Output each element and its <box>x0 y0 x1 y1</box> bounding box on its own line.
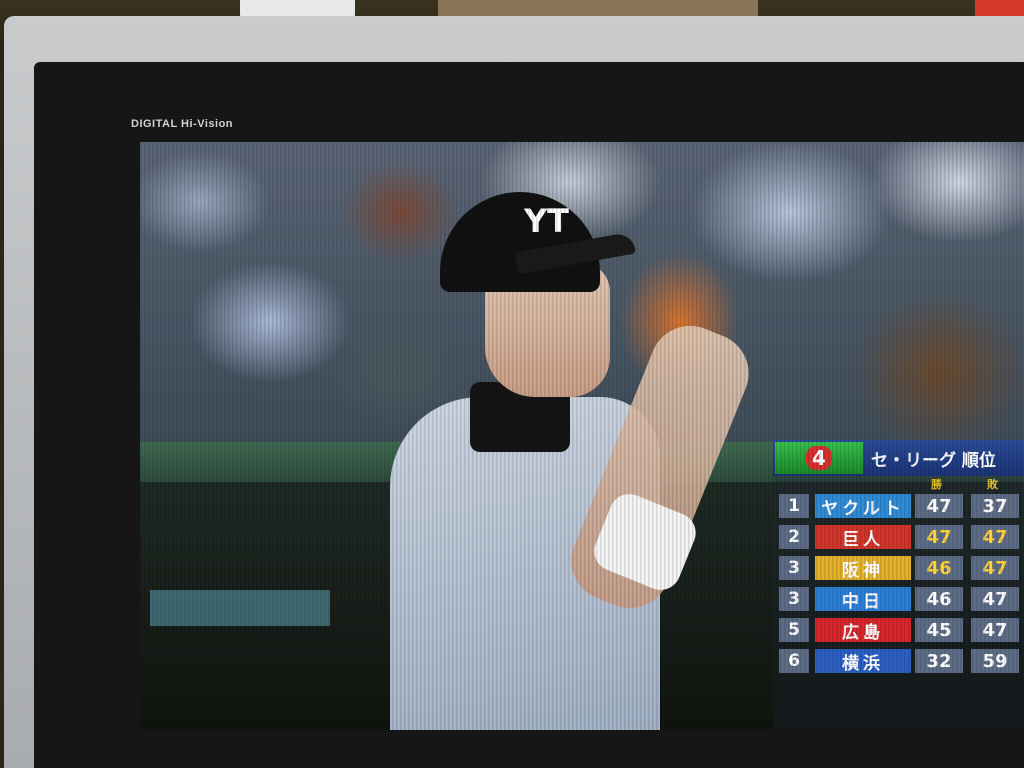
team-losses: 59 <box>971 649 1019 673</box>
team-wins: 47 <box>915 525 963 549</box>
team-wins: 46 <box>915 587 963 611</box>
tv-brand-label: DIGITAL Hi-Vision <box>131 118 234 130</box>
standings-title: セ・リーグ 順位 <box>871 450 996 471</box>
blue-sign <box>150 590 330 626</box>
table-row: 3 中日 46 47 <box>775 585 1024 613</box>
standings-overlay: 4 セ・リーグ 順位 勝 敗 1 ヤクルト 47 37 2 巨人 47 47 3 阪神 46 47 3 中… <box>773 440 1024 730</box>
team-rank: 5 <box>779 618 809 642</box>
standings-header: 4 セ・リーグ 順位 <box>773 440 1024 476</box>
team-losses: 47 <box>971 587 1019 611</box>
team-rank: 3 <box>779 556 809 580</box>
cap-logo: YT <box>524 202 569 240</box>
team-losses: 47 <box>971 525 1019 549</box>
team-wins: 47 <box>915 494 963 518</box>
team-wins: 32 <box>915 649 963 673</box>
wins-column-header: 勝 <box>931 478 942 491</box>
team-name: 広島 <box>815 618 911 643</box>
team-name: 横浜 <box>815 649 911 674</box>
table-row: 3 阪神 46 47 <box>775 554 1024 582</box>
tv-screen: YT 4 セ・リーグ 順位 勝 敗 1 ヤクルト 47 37 2 巨人 47 47 3 阪神 46 4… <box>140 142 1024 730</box>
team-wins: 46 <box>915 556 963 580</box>
team-rank: 6 <box>779 649 809 673</box>
team-losses: 47 <box>971 556 1019 580</box>
standings-column-headers: 勝 敗 <box>773 476 1024 491</box>
team-name: ヤクルト <box>815 494 911 519</box>
team-rank: 2 <box>779 525 809 549</box>
league-badge: 4 <box>775 442 863 474</box>
table-row: 5 広島 45 47 <box>775 616 1024 644</box>
team-wins: 45 <box>915 618 963 642</box>
team-losses: 37 <box>971 494 1019 518</box>
team-name: 中日 <box>815 587 911 612</box>
table-row: 2 巨人 47 47 <box>775 523 1024 551</box>
losses-column-header: 敗 <box>987 478 998 491</box>
team-name: 阪神 <box>815 556 911 581</box>
team-rank: 3 <box>779 587 809 611</box>
table-row: 6 横浜 32 59 <box>775 647 1024 675</box>
team-rank: 1 <box>779 494 809 518</box>
team-losses: 47 <box>971 618 1019 642</box>
team-name: 巨人 <box>815 525 911 550</box>
league-badge-number: 4 <box>806 446 832 470</box>
table-row: 1 ヤクルト 47 37 <box>775 492 1024 520</box>
